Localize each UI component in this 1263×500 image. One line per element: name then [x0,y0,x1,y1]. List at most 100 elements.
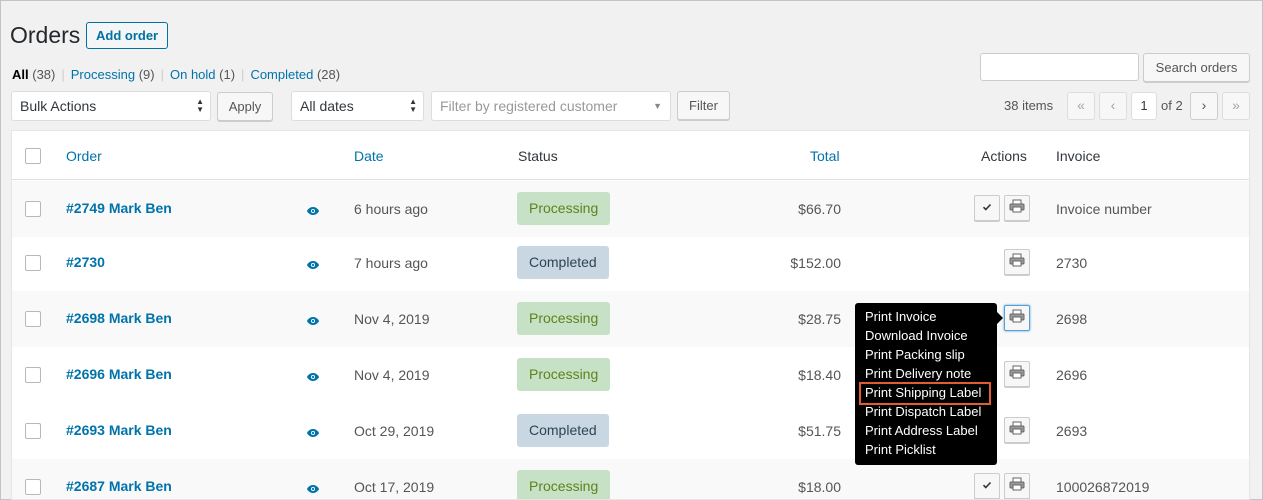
checkmark-icon [982,477,992,495]
status-badge: Processing [517,470,611,499]
print-button[interactable] [1004,361,1030,387]
view-on-hold[interactable]: On hold (1) [170,67,235,82]
select-all-checkbox[interactable] [25,148,41,164]
table-row: #2687 Mark Ben Oct 17, 2019 Processing $18.… [12,459,1249,499]
table-header: Order Date Status Total Actions Invoice [12,131,1249,180]
table-row: #2693 Mark Ben Oct 29, 2019 Completed $51.7… [12,403,1249,459]
invoice-number: 2730 [1056,255,1088,271]
column-total[interactable]: Total [810,148,840,164]
first-page-button[interactable]: « [1067,92,1095,120]
print-button[interactable] [1004,249,1030,275]
printer-icon [1009,365,1025,384]
table-row: #2696 Mark Ben Nov 4, 2019 Processing $18.4… [12,347,1249,403]
invoice-number: 100026872019 [1056,479,1150,495]
print-address-label-item[interactable]: Print Address Label [865,422,997,441]
bulk-actions-select[interactable]: Bulk Actions ▲ ▼ [11,91,211,121]
orders-table: Order Date Status Total Actions Invoice … [11,130,1250,500]
bulk-actions-label: Bulk Actions [20,98,97,114]
order-total: $18.40 [798,367,841,383]
printer-icon [1009,253,1025,272]
column-status: Status [518,148,558,164]
view-all[interactable]: All (38) [12,67,55,82]
row-checkbox[interactable] [25,311,41,327]
order-link[interactable]: #2749 Mark Ben [66,200,172,216]
printer-icon [1009,309,1025,328]
download-invoice-item[interactable]: Download Invoice [865,327,997,346]
order-link[interactable]: #2696 Mark Ben [66,366,172,382]
print-picklist-item[interactable]: Print Picklist [865,441,997,460]
row-checkbox[interactable] [25,255,41,271]
status-badge: Processing [517,358,611,391]
dates-label: All dates [300,98,354,114]
customer-filter-input[interactable]: Filter by registered customer ▼ [431,91,671,121]
order-date: 6 hours ago [354,201,428,217]
view-processing[interactable]: Processing (9) [71,67,155,82]
last-page-button[interactable]: » [1222,92,1250,120]
table-row: #2730 7 hours ago Completed $152.00 2730 [12,235,1249,291]
order-link[interactable]: #2730 [66,254,105,270]
column-date[interactable]: Date [354,148,384,164]
order-total: $152.00 [790,255,841,271]
column-invoice: Invoice [1056,148,1101,164]
order-link[interactable]: #2698 Mark Ben [66,310,172,326]
print-delivery-note-item[interactable]: Print Delivery note [865,365,997,384]
order-total: $18.00 [798,479,841,495]
checkmark-icon [982,199,992,217]
prev-page-button[interactable]: ‹ [1099,92,1127,120]
print-dispatch-label-item[interactable]: Print Dispatch Label [865,403,997,422]
chevron-down-icon: ▼ [653,101,662,111]
order-total: $66.70 [798,201,841,217]
invoice-number: 2696 [1056,367,1088,383]
printer-icon [1009,421,1025,440]
order-total: $51.75 [798,423,841,439]
table-row: #2749 Mark Ben 6 hours ago Processing $66.7… [12,181,1249,237]
page-title: Orders [10,22,81,48]
column-actions: Actions [981,148,1027,164]
order-link[interactable]: #2693 Mark Ben [66,422,172,438]
printer-icon [1009,477,1025,496]
eye-icon[interactable] [306,369,320,381]
eye-icon[interactable] [306,481,320,493]
status-views: All (38) | Processing (9) | On hold (1) | Comp… [12,67,341,82]
order-date: 7 hours ago [354,255,428,271]
column-order[interactable]: Order [66,148,102,164]
order-total: $28.75 [798,311,841,327]
print-button[interactable] [1004,305,1030,331]
current-page-input[interactable]: 1 [1131,92,1157,120]
print-button[interactable] [1004,473,1030,499]
filter-button[interactable]: Filter [677,91,730,120]
next-page-button[interactable]: › [1190,92,1218,120]
eye-icon[interactable] [306,313,320,325]
invoice-number: 2693 [1056,423,1088,439]
invoice-number: 2698 [1056,311,1088,327]
search-orders-button[interactable]: Search orders [1143,53,1250,82]
updown-arrows-icon: ▲ ▼ [196,97,204,114]
row-checkbox[interactable] [25,201,41,217]
view-completed[interactable]: Completed (28) [250,67,340,82]
row-checkbox[interactable] [25,423,41,439]
customer-placeholder: Filter by registered customer [440,98,618,114]
order-date: Nov 4, 2019 [354,311,430,327]
complete-button[interactable] [974,195,1000,221]
status-badge: Completed [517,246,609,279]
dates-select[interactable]: All dates ▲ ▼ [291,91,424,121]
print-shipping-label-item[interactable]: Print Shipping Label [859,382,991,405]
print-packing-slip-item[interactable]: Print Packing slip [865,346,997,365]
apply-button[interactable]: Apply [217,92,273,121]
row-checkbox[interactable] [25,479,41,495]
print-invoice-item[interactable]: Print Invoice [865,308,997,327]
order-link[interactable]: #2687 Mark Ben [66,478,172,494]
eye-icon[interactable] [306,425,320,437]
eye-icon[interactable] [306,203,320,215]
search-input[interactable] [980,53,1139,81]
eye-icon[interactable] [306,257,320,269]
items-count: 38 items [1004,98,1054,113]
complete-button[interactable] [974,473,1000,499]
print-button[interactable] [1004,195,1030,221]
print-button[interactable] [1004,417,1030,443]
row-checkbox[interactable] [25,367,41,383]
add-order-button[interactable]: Add order [86,22,169,49]
total-pages: of 2 [1161,98,1183,113]
status-badge: Processing [517,302,611,335]
order-date: Nov 4, 2019 [354,367,430,383]
